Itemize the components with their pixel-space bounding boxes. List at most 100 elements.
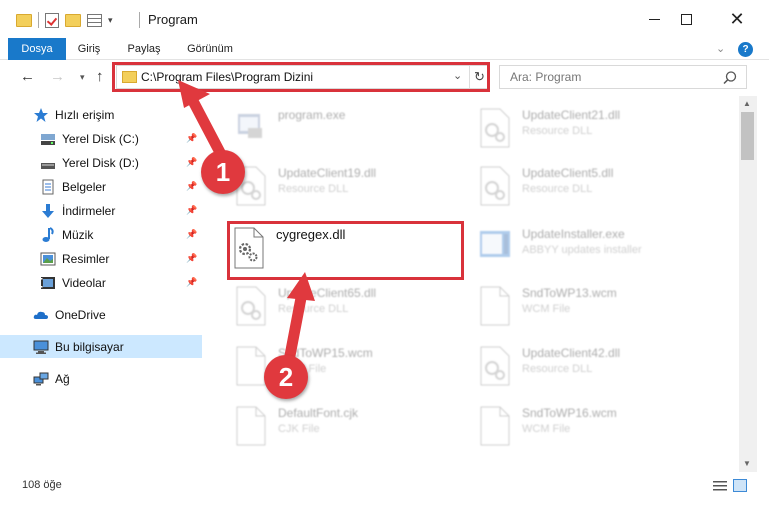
generic-file-icon <box>480 286 510 326</box>
file-item[interactable]: SndToWP13.wcm WCM File <box>478 286 728 338</box>
tab-home[interactable]: Giriş <box>67 38 111 60</box>
chevron-down-icon[interactable]: ▾ <box>108 15 113 26</box>
star-icon <box>34 107 48 122</box>
sidebar-item-label: Hızlı erişim <box>55 107 115 122</box>
pin-icon[interactable]: 📌 <box>186 205 197 216</box>
file-name: DefaultFont.cjk <box>278 406 359 420</box>
file-item[interactable]: UpdateClient19.dll Resource DLL <box>234 166 484 218</box>
pin-icon[interactable]: 📌 <box>186 133 197 144</box>
back-button[interactable]: ← <box>20 68 35 85</box>
large-icons-view-icon[interactable] <box>733 479 747 492</box>
file-type: ABBYY updates installer <box>522 244 642 256</box>
document-icon <box>42 179 54 194</box>
file-highlight <box>227 221 464 280</box>
sidebar-item-videos[interactable]: Videolar 📌 <box>0 271 202 294</box>
address-bar-highlight <box>112 62 490 92</box>
sidebar-item-label: Ağ <box>55 371 70 386</box>
generic-file-icon <box>236 406 266 446</box>
file-name: UpdateClient65.dll <box>278 286 377 300</box>
step-2-badge: 2 <box>264 355 308 399</box>
sidebar-item-documents[interactable]: Belgeler 📌 <box>0 175 202 198</box>
file-name: UpdateClient21.dll <box>522 108 621 122</box>
close-button[interactable]: ✕ <box>714 0 760 38</box>
installer-icon <box>480 231 510 257</box>
video-icon <box>41 276 55 289</box>
sidebar-item-downloads[interactable]: İndirmeler 📌 <box>0 199 202 222</box>
sidebar-item-this-pc[interactable]: Bu bilgisayar <box>0 335 202 358</box>
maximize-icon <box>680 13 692 25</box>
sidebar-item-quick-access[interactable]: Hızlı erişim <box>0 103 202 126</box>
title-divider <box>139 12 140 28</box>
search-input[interactable]: Ara: Program <box>499 65 747 89</box>
file-name: UpdateClient42.dll <box>522 346 621 360</box>
details-view-icon[interactable] <box>713 480 727 492</box>
file-item[interactable]: UpdateClient65.dll Resource DLL <box>234 286 484 338</box>
new-folder-icon[interactable] <box>65 13 81 27</box>
search-placeholder: Ara: Program <box>510 70 582 84</box>
scroll-thumb[interactable] <box>741 112 754 160</box>
tab-view[interactable]: Görünüm <box>178 38 242 60</box>
file-name: program.exe <box>278 108 346 122</box>
file-type: Resource DLL <box>522 363 593 375</box>
up-button[interactable]: ↑ <box>96 68 104 85</box>
dll-file-icon <box>236 286 266 326</box>
tab-file[interactable]: Dosya <box>8 38 66 60</box>
properties-check-icon[interactable] <box>45 12 59 28</box>
forward-button[interactable]: → <box>50 68 65 85</box>
sidebar-item-network[interactable]: Ağ <box>0 367 202 390</box>
vertical-scrollbar[interactable]: ▲ ▼ <box>739 96 757 472</box>
file-type: Resource DLL <box>278 303 349 315</box>
title-bar: ▾ Program ✕ <box>0 0 769 38</box>
sidebar-item-label: OneDrive <box>55 307 106 322</box>
file-name: SndToWP13.wcm <box>522 286 617 300</box>
sidebar-item-local-disk-c[interactable]: Yerel Disk (C:) 📌 <box>0 127 202 150</box>
item-count: 108 öğe <box>22 479 62 491</box>
scroll-up-icon[interactable]: ▲ <box>743 99 751 108</box>
music-icon <box>42 226 54 242</box>
file-name: UpdateInstaller.exe <box>522 227 625 241</box>
quick-access-toolbar: ▾ <box>16 10 113 30</box>
file-name: SndToWP16.wcm <box>522 406 617 420</box>
picture-icon <box>40 252 56 265</box>
sidebar-item-music[interactable]: Müzik 📌 <box>0 223 202 246</box>
file-item[interactable]: UpdateClient5.dll Resource DLL <box>478 166 728 218</box>
customize-icon[interactable] <box>87 13 102 27</box>
sidebar-item-label: Resimler <box>62 251 110 266</box>
ribbon-expand-icon[interactable]: ⌄ <box>716 42 725 55</box>
navigation-pane: Hızlı erişim Yerel Disk (C:) 📌 Yerel Dis… <box>0 96 202 472</box>
file-item[interactable]: UpdateClient21.dll Resource DLL <box>478 108 728 160</box>
sidebar-item-label: Yerel Disk (D:) <box>62 155 139 170</box>
folder-icon[interactable] <box>16 13 32 27</box>
file-name: UpdateClient19.dll <box>278 166 377 180</box>
sidebar-item-label: İndirmeler <box>62 203 116 218</box>
recent-locations-button[interactable]: ▾ <box>80 72 85 83</box>
dll-file-icon <box>480 108 510 148</box>
file-type: WCM File <box>522 303 571 315</box>
file-item[interactable]: SndToWP16.wcm WCM File <box>478 406 728 458</box>
file-item[interactable]: program.exe <box>234 108 484 160</box>
file-type: CJK File <box>278 423 320 435</box>
file-name: UpdateClient5.dll <box>522 166 614 180</box>
file-item[interactable]: DefaultFont.cjk CJK File <box>234 406 484 458</box>
file-type: WCM File <box>522 423 571 435</box>
network-icon <box>33 372 49 385</box>
sidebar-item-pictures[interactable]: Resimler 📌 <box>0 247 202 270</box>
pin-icon[interactable]: 📌 <box>186 181 197 192</box>
ribbon-tabs: Dosya Giriş Paylaş Görünüm ⌄ ? <box>0 38 769 60</box>
scroll-down-icon[interactable]: ▼ <box>743 459 751 468</box>
tab-share[interactable]: Paylaş <box>120 38 168 60</box>
pin-icon[interactable]: 📌 <box>186 157 197 168</box>
cloud-icon <box>33 311 48 319</box>
file-item[interactable]: UpdateClient42.dll Resource DLL <box>478 346 728 398</box>
maximize-button[interactable] <box>663 0 709 38</box>
file-type: Resource DLL <box>522 183 593 195</box>
sidebar-item-onedrive[interactable]: OneDrive <box>0 303 202 326</box>
toolbar-divider <box>38 12 39 28</box>
search-icon[interactable] <box>722 70 738 86</box>
pin-icon[interactable]: 📌 <box>186 277 197 288</box>
pin-icon[interactable]: 📌 <box>186 253 197 264</box>
file-item[interactable]: UpdateInstaller.exe ABBYY updates instal… <box>478 227 728 279</box>
pin-icon[interactable]: 📌 <box>186 229 197 240</box>
help-icon[interactable]: ? <box>738 42 753 57</box>
sidebar-item-local-disk-d[interactable]: Yerel Disk (D:) 📌 <box>0 151 202 174</box>
